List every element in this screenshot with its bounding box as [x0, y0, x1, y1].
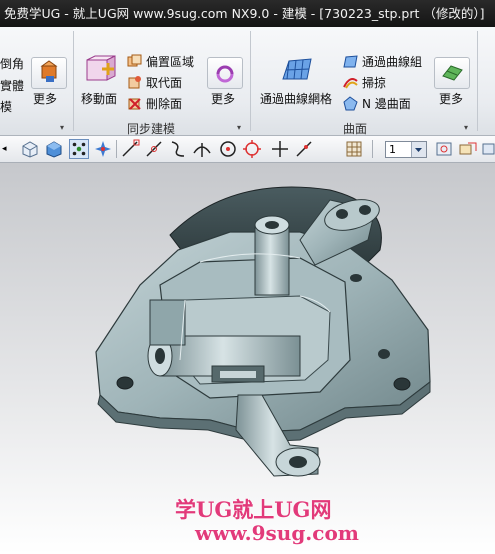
mid-point-icon[interactable]: [144, 139, 164, 159]
snap-filter-icon[interactable]: [93, 139, 113, 159]
separator: [116, 140, 117, 158]
mesh-surface-icon[interactable]: [280, 55, 314, 85]
chamfer-label[interactable]: 倒角: [0, 55, 24, 72]
dropdown-arrow-icon: ▾: [237, 123, 242, 132]
chevron-down-icon: [411, 142, 426, 157]
sweep-icon: [343, 77, 358, 89]
dropdown-arrow-icon: ▾: [60, 123, 65, 132]
snap-point-icon[interactable]: [69, 139, 89, 159]
separator: [250, 31, 251, 131]
through-curves-icon: [343, 54, 358, 67]
surface-group-label: 曲面: [343, 122, 368, 136]
shaded-box-icon[interactable]: [44, 139, 64, 159]
watermark-line-2: www.9sug.com: [195, 521, 359, 545]
toolbar-overflow-icon[interactable]: ◂: [2, 139, 22, 159]
more-label-3[interactable]: 更多: [439, 90, 463, 107]
quadrant-point-icon[interactable]: [242, 139, 262, 159]
replace-face-icon: [128, 75, 141, 88]
wireframe-box-icon[interactable]: [20, 139, 40, 159]
sweep-button[interactable]: 掃掠: [343, 73, 386, 91]
move-face-label[interactable]: 移動面: [81, 90, 117, 107]
separator: [372, 140, 373, 158]
n-sided-surface-icon: [343, 95, 358, 110]
more-button-2[interactable]: [207, 57, 243, 89]
mode-label: 模: [0, 100, 13, 114]
selection-toolbar: ◂ 1: [0, 136, 495, 163]
solid-label[interactable]: 實體: [0, 77, 24, 94]
more-button-1[interactable]: [31, 57, 67, 89]
move-to-layer-icon[interactable]: [458, 139, 478, 159]
sweep-label: 掃掠: [362, 75, 387, 90]
delete-face-icon: [128, 97, 141, 110]
point-on-curve-icon[interactable]: [294, 139, 314, 159]
separator: [477, 31, 478, 131]
move-face-icon[interactable]: [84, 55, 118, 87]
dropdown-arrow-icon: ▾: [464, 123, 469, 132]
existing-point-icon[interactable]: [270, 139, 290, 159]
more-label-2[interactable]: 更多: [211, 90, 235, 107]
intersection-icon[interactable]: [192, 139, 212, 159]
ribbon: 倒角 實體 模 更多 ▾ 移動面 偏置區域 取代面 刪除面 更多 同步建模 ▾ …: [0, 27, 495, 136]
replace-face-button[interactable]: 取代面: [127, 73, 182, 91]
more-button-3[interactable]: [434, 57, 470, 89]
watermark-line-1: 学UG就上UG网: [175, 497, 332, 522]
n-sided-surface-label: N 邊曲面: [362, 96, 411, 111]
replace-face-label: 取代面: [146, 75, 183, 90]
window-title: 免费学UG - 就上UG网 www.9sug.com NX9.0 - 建模 - …: [4, 6, 485, 21]
n-sided-surface-button[interactable]: N 邊曲面: [343, 94, 411, 112]
sync-more-icon: [216, 65, 234, 83]
more-label-1[interactable]: 更多: [33, 90, 57, 107]
copy-to-layer-icon[interactable]: [481, 139, 495, 159]
delete-face-label: 刪除面: [146, 96, 183, 111]
offset-region-label: 偏置區域: [146, 54, 195, 69]
surface-more-icon: [442, 65, 463, 81]
separator: [73, 31, 74, 131]
layer-settings-icon[interactable]: [434, 139, 454, 159]
offset-region-icon: [127, 54, 142, 66]
sync-group-label: 同步建模: [127, 122, 176, 136]
grid-icon[interactable]: [344, 139, 364, 159]
window-title-bar: 免费学UG - 就上UG网 www.9sug.com NX9.0 - 建模 - …: [0, 0, 495, 27]
delete-face-button[interactable]: 刪除面: [127, 94, 182, 112]
through-curves-label: 通過曲線組: [362, 54, 423, 69]
through-curves-button[interactable]: 通過曲線組: [343, 52, 422, 70]
end-point-icon[interactable]: [120, 139, 140, 159]
work-layer-value: 1: [389, 143, 396, 156]
control-point-icon[interactable]: [168, 139, 188, 159]
work-layer-select[interactable]: 1: [385, 141, 427, 158]
mesh-surface-label[interactable]: 通過曲線網格: [260, 90, 332, 107]
offset-region-button[interactable]: 偏置區域: [127, 52, 194, 70]
feature-more-icon: [40, 60, 58, 82]
arc-center-icon[interactable]: [218, 139, 238, 159]
